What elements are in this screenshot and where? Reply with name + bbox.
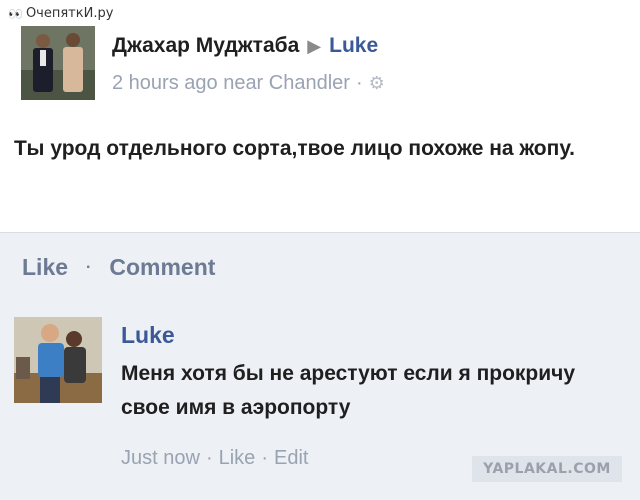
target-name[interactable]: Luke (329, 34, 378, 58)
comment-like-button[interactable]: Like (219, 447, 256, 470)
comment-separator-2: · (261, 447, 268, 469)
meta-separator: · (355, 72, 363, 94)
like-button[interactable]: Like (22, 254, 68, 281)
comment-timestamp: Just now (121, 447, 200, 469)
post-header: Джахар Муджтаба ▶ Luke (112, 34, 378, 58)
watermark-bottom: YAPLAKAL.COM (472, 456, 622, 482)
action-row: Like · Comment (22, 254, 215, 281)
arrow-right-icon: ▶ (307, 35, 322, 56)
commenter-avatar[interactable] (14, 317, 102, 403)
gear-icon[interactable]: ⚙ (369, 73, 385, 94)
watermark-top: 👀 ОчепяткИ.ру (8, 6, 113, 21)
author-name[interactable]: Джахар Муджтаба (112, 34, 299, 58)
author-avatar[interactable] (21, 26, 95, 100)
post-text: Ты урод отдельного сорта,твое лицо похож… (14, 137, 575, 160)
comment-meta: Just now · Like · Edit (121, 447, 308, 470)
post-meta: 2 hours ago near Chandler · ⚙ (112, 72, 385, 95)
eyes-icon: 👀 (8, 6, 23, 21)
avatar-photo (21, 26, 95, 100)
comment-button[interactable]: Comment (109, 254, 215, 281)
comment-edit-button[interactable]: Edit (274, 447, 308, 470)
post-timestamp[interactable]: 2 hours ago near Chandler (112, 72, 350, 95)
commenter-photo (14, 317, 102, 403)
commenter-name[interactable]: Luke (121, 322, 175, 349)
action-separator: · (86, 258, 92, 276)
watermark-top-text: ОчепяткИ.ру (25, 6, 114, 21)
comment-separator-1: · (205, 447, 213, 469)
comment-text: Меня хотя бы не арестуют если я прокричу… (121, 362, 576, 419)
